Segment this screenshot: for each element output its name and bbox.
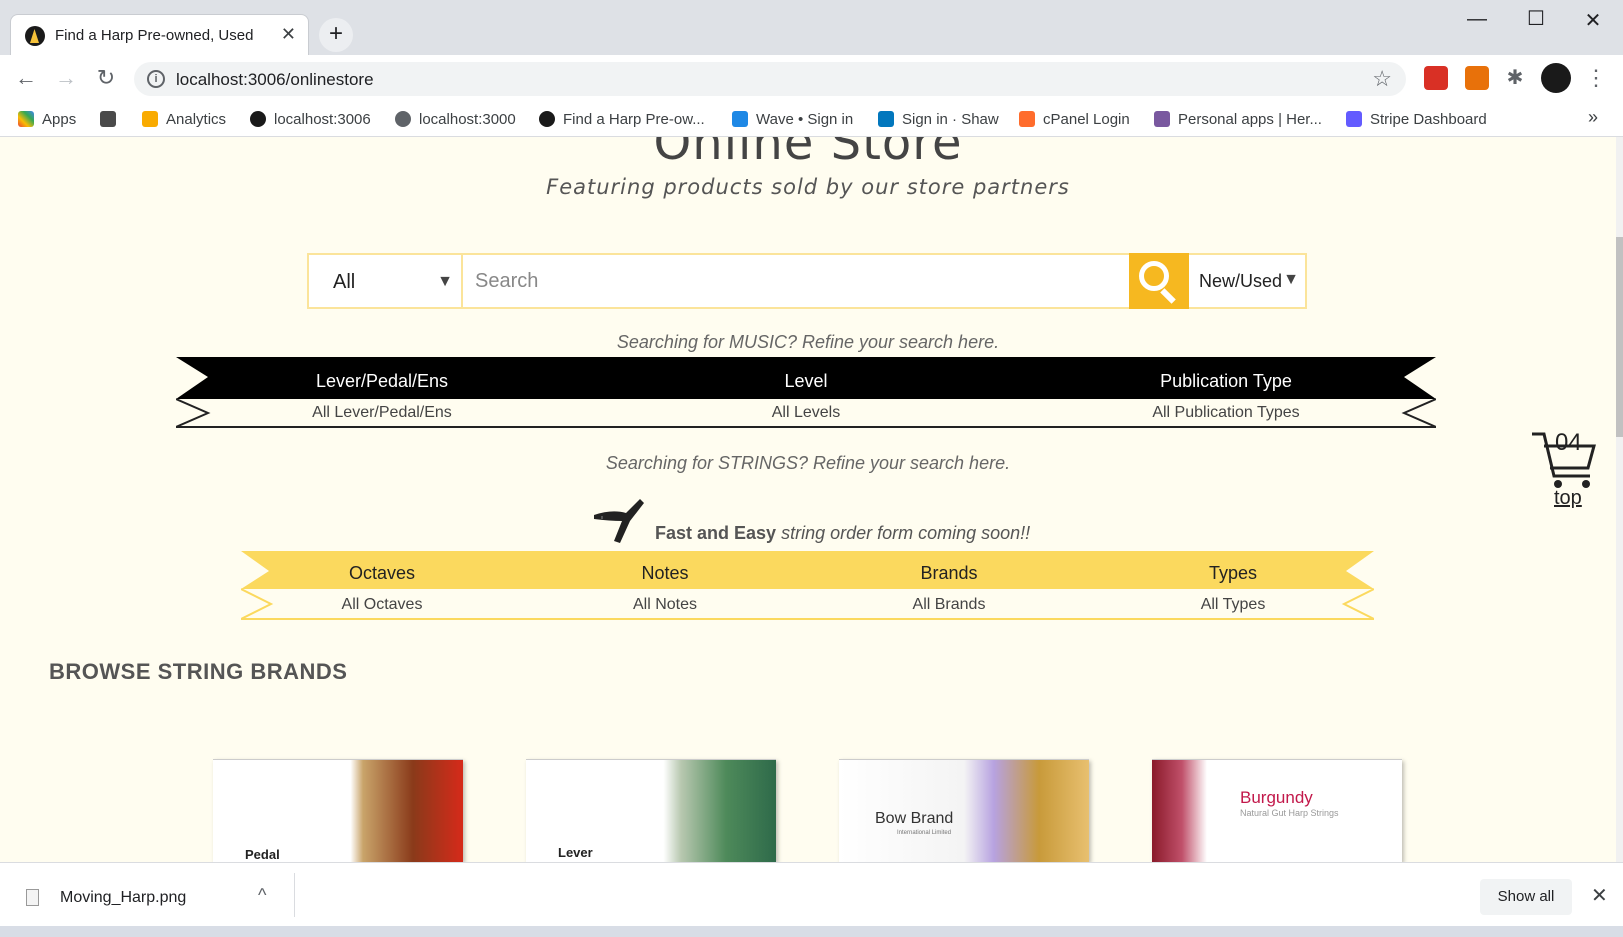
- minimize-icon[interactable]: —: [1462, 8, 1492, 30]
- download-shelf: Moving_Harp.png ^ Show all ✕: [0, 862, 1623, 926]
- harp-icon: [539, 111, 555, 127]
- harp-favicon-icon: [25, 26, 45, 46]
- extension-off-icon[interactable]: [1465, 66, 1489, 90]
- bookmark-analytics[interactable]: Analytics: [142, 111, 226, 128]
- condition-select[interactable]: New/Used ▼: [1189, 255, 1305, 307]
- bookmark-roblox[interactable]: [100, 111, 124, 128]
- filter-octaves[interactable]: Octaves All Octaves: [282, 563, 482, 614]
- analytics-icon: [142, 111, 158, 127]
- bookmark-heroku[interactable]: Personal apps | Her...: [1154, 111, 1322, 128]
- bookmark-stripe[interactable]: Stripe Dashboard: [1346, 111, 1487, 128]
- page-title: Online Store: [653, 137, 963, 171]
- address-bar[interactable]: i localhost:3006/onlinestore ☆: [134, 62, 1406, 96]
- wave-icon: [732, 111, 748, 127]
- filter-lever-pedal[interactable]: Lever/Pedal/Ens All Lever/Pedal/Ens: [262, 371, 502, 422]
- bookmark-find-a-harp[interactable]: Find a Harp Pre-ow...: [539, 111, 705, 128]
- brand-card-bow-brand[interactable]: Bow Brand International Limited: [839, 759, 1089, 862]
- image-file-icon: [26, 889, 39, 906]
- heroku-icon: [1154, 111, 1170, 127]
- music-filter-ribbon: Lever/Pedal/Ens All Lever/Pedal/Ens Leve…: [176, 357, 1436, 429]
- bookmarks-overflow-icon[interactable]: »: [1588, 107, 1598, 128]
- brand-card-burgundy[interactable]: Burgundy Natural Gut Harp Strings: [1152, 759, 1402, 862]
- page-content: Online Store Featuring products sold by …: [0, 137, 1616, 862]
- bookmark-shaw[interactable]: Sign in · Shaw: [878, 111, 999, 128]
- browser-toolbar: ← → ↻ i localhost:3006/onlinestore ☆ ✱ ⋮: [0, 55, 1623, 103]
- moving-harp-icon: [594, 499, 644, 543]
- filter-types[interactable]: Types All Types: [1133, 563, 1333, 614]
- search-icon: [1139, 261, 1169, 291]
- category-select[interactable]: All ▼: [309, 255, 463, 307]
- browser-titlebar: Find a Harp Pre-owned, Used ✕ + — ☐ ✕: [0, 0, 1623, 56]
- close-shelf-icon[interactable]: ✕: [1591, 883, 1608, 908]
- strings-hint: Searching for STRINGS? Refine your searc…: [605, 453, 1011, 473]
- strings-filter-ribbon: Octaves All Octaves Notes All Notes Bran…: [241, 551, 1374, 621]
- filter-level[interactable]: Level All Levels: [686, 371, 926, 422]
- chevron-up-icon[interactable]: ^: [258, 885, 266, 906]
- bookmark-cpanel[interactable]: cPanel Login: [1019, 111, 1130, 128]
- bookmark-localhost-3006[interactable]: localhost:3006: [250, 111, 371, 128]
- cart-count-badge: 04: [1555, 429, 1582, 456]
- menu-kebab-icon[interactable]: ⋮: [1582, 65, 1610, 91]
- dropdown-arrow-icon: ▼: [437, 273, 453, 290]
- dropdown-arrow-icon: ▼: [1283, 271, 1299, 288]
- filter-notes[interactable]: Notes All Notes: [565, 563, 765, 614]
- bookmark-localhost-3000[interactable]: localhost:3000: [395, 111, 516, 128]
- os-taskbar: [0, 926, 1623, 937]
- download-filename[interactable]: Moving_Harp.png: [60, 889, 186, 907]
- page-subtitle: Featuring products sold by our store par…: [546, 175, 1070, 199]
- maximize-icon[interactable]: ☐: [1521, 6, 1551, 30]
- search-input[interactable]: [465, 255, 1135, 307]
- profile-avatar[interactable]: [1541, 63, 1571, 93]
- scrollbar-thumb[interactable]: [1616, 237, 1623, 437]
- shaw-icon: [878, 111, 894, 127]
- brand-card-pedal[interactable]: Pedal: [213, 759, 463, 862]
- harp-icon: [250, 111, 266, 127]
- music-hint: Searching for MUSIC? Refine your search …: [616, 332, 1000, 352]
- cpanel-icon: [1019, 111, 1035, 127]
- roblox-icon: [100, 111, 116, 127]
- globe-icon: [395, 111, 411, 127]
- brand-card-lever[interactable]: Lever: [526, 759, 776, 862]
- back-icon[interactable]: ←: [12, 65, 40, 91]
- window-close-icon[interactable]: ✕: [1578, 8, 1608, 32]
- bookmark-star-icon[interactable]: ☆: [1372, 66, 1392, 92]
- stripe-icon: [1346, 111, 1362, 127]
- strings-promo: Fast and Easy string order form coming s…: [655, 523, 1031, 543]
- forward-icon[interactable]: →: [52, 65, 80, 91]
- browse-brands-heading: BROWSE STRING BRANDS: [49, 659, 348, 684]
- extension-red-icon[interactable]: [1424, 66, 1448, 90]
- browser-tab[interactable]: Find a Harp Pre-owned, Used ✕: [10, 14, 309, 56]
- extensions-puzzle-icon[interactable]: ✱: [1503, 66, 1527, 90]
- reload-icon[interactable]: ↻: [92, 65, 120, 91]
- filter-publication-type[interactable]: Publication Type All Publication Types: [1096, 371, 1356, 422]
- new-tab-button[interactable]: +: [319, 18, 353, 52]
- tab-title: Find a Harp Pre-owned, Used: [55, 27, 254, 44]
- back-to-top-link[interactable]: top: [1554, 487, 1582, 510]
- search-button[interactable]: [1129, 253, 1189, 309]
- bookmarks-bar: Apps Analytics localhost:3006 localhost:…: [0, 103, 1623, 137]
- filter-brands[interactable]: Brands All Brands: [849, 563, 1049, 614]
- url-text: localhost:3006/onlinestore: [176, 70, 374, 89]
- show-all-button[interactable]: Show all: [1480, 879, 1572, 915]
- search-bar: All ▼ New/Used ▼: [307, 253, 1307, 309]
- site-info-icon[interactable]: i: [147, 70, 165, 88]
- apps-grid-icon: [18, 111, 34, 127]
- bookmark-apps[interactable]: Apps: [18, 111, 76, 128]
- tab-close-icon[interactable]: ✕: [281, 24, 296, 45]
- bookmark-wave[interactable]: Wave • Sign in: [732, 111, 853, 128]
